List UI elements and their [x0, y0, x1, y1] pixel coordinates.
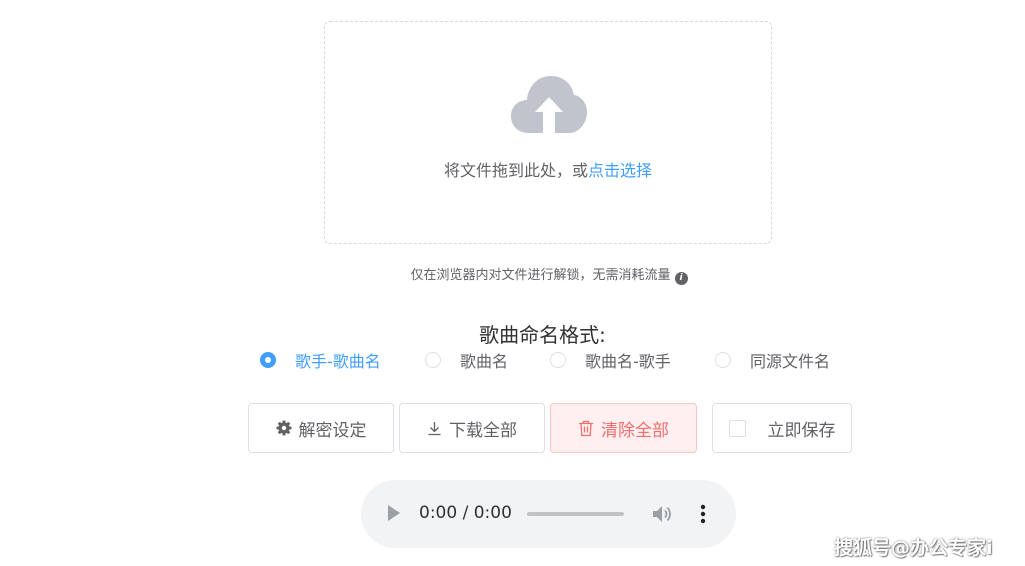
info-icon: i: [674, 272, 688, 285]
naming-format-title: 歌曲命名格式:: [479, 323, 606, 347]
radio-label: 歌手-歌曲名: [295, 352, 381, 371]
upload-instruction: 将文件拖到此处，或点击选择: [325, 157, 771, 181]
save-now-label: 立即保存: [767, 420, 836, 441]
upload-dropzone[interactable]: 将文件拖到此处，或点击选择: [324, 21, 772, 244]
clear-all-label: 清除全部: [601, 420, 669, 441]
radio-label: 同源文件名: [750, 352, 831, 371]
clear-all-button[interactable]: 清除全部: [550, 403, 697, 453]
upload-text: 将文件拖到此处，或: [443, 161, 588, 180]
cloud-upload-icon: [511, 76, 587, 133]
radio-title-artist[interactable]: 歌曲名-歌手: [550, 348, 671, 372]
upload-tip: 仅在浏览器内对文件进行解锁，无需消耗流量 i: [0, 264, 1025, 285]
decrypt-settings-label: 解密设定: [298, 420, 367, 441]
radio-circle: [425, 352, 441, 368]
volume-icon[interactable]: [651, 503, 673, 525]
download-all-label: 下载全部: [449, 420, 517, 441]
radio-circle: [715, 352, 731, 368]
watermark: 搜狐号@办公专家i: [834, 537, 993, 559]
radio-original-filename[interactable]: 同源文件名: [715, 348, 830, 372]
radio-circle: [550, 352, 566, 368]
audio-player: 0:00 / 0:00: [361, 480, 736, 548]
radio-label: 歌曲名-歌手: [585, 352, 671, 371]
radio-title[interactable]: 歌曲名: [425, 348, 508, 372]
select-file-link[interactable]: 点击选择: [588, 161, 652, 180]
gear-icon: [276, 420, 292, 436]
more-options-icon[interactable]: [697, 503, 709, 525]
audio-progress-bar[interactable]: [527, 512, 624, 516]
trash-icon: [578, 420, 594, 437]
play-icon[interactable]: [387, 504, 401, 522]
tip-text: 仅在浏览器内对文件进行解锁，无需消耗流量: [410, 268, 671, 283]
download-all-button[interactable]: 下载全部: [399, 403, 545, 453]
radio-circle: [260, 352, 276, 368]
save-now-checkbox[interactable]: [728, 419, 746, 437]
download-icon: [427, 421, 442, 436]
decrypt-settings-button[interactable]: 解密设定: [248, 403, 394, 453]
radio-artist-title[interactable]: 歌手-歌曲名: [260, 348, 381, 372]
audio-time: 0:00 / 0:00: [419, 503, 512, 523]
save-now-button[interactable]: 立即保存: [712, 403, 852, 453]
radio-label: 歌曲名: [460, 352, 509, 371]
